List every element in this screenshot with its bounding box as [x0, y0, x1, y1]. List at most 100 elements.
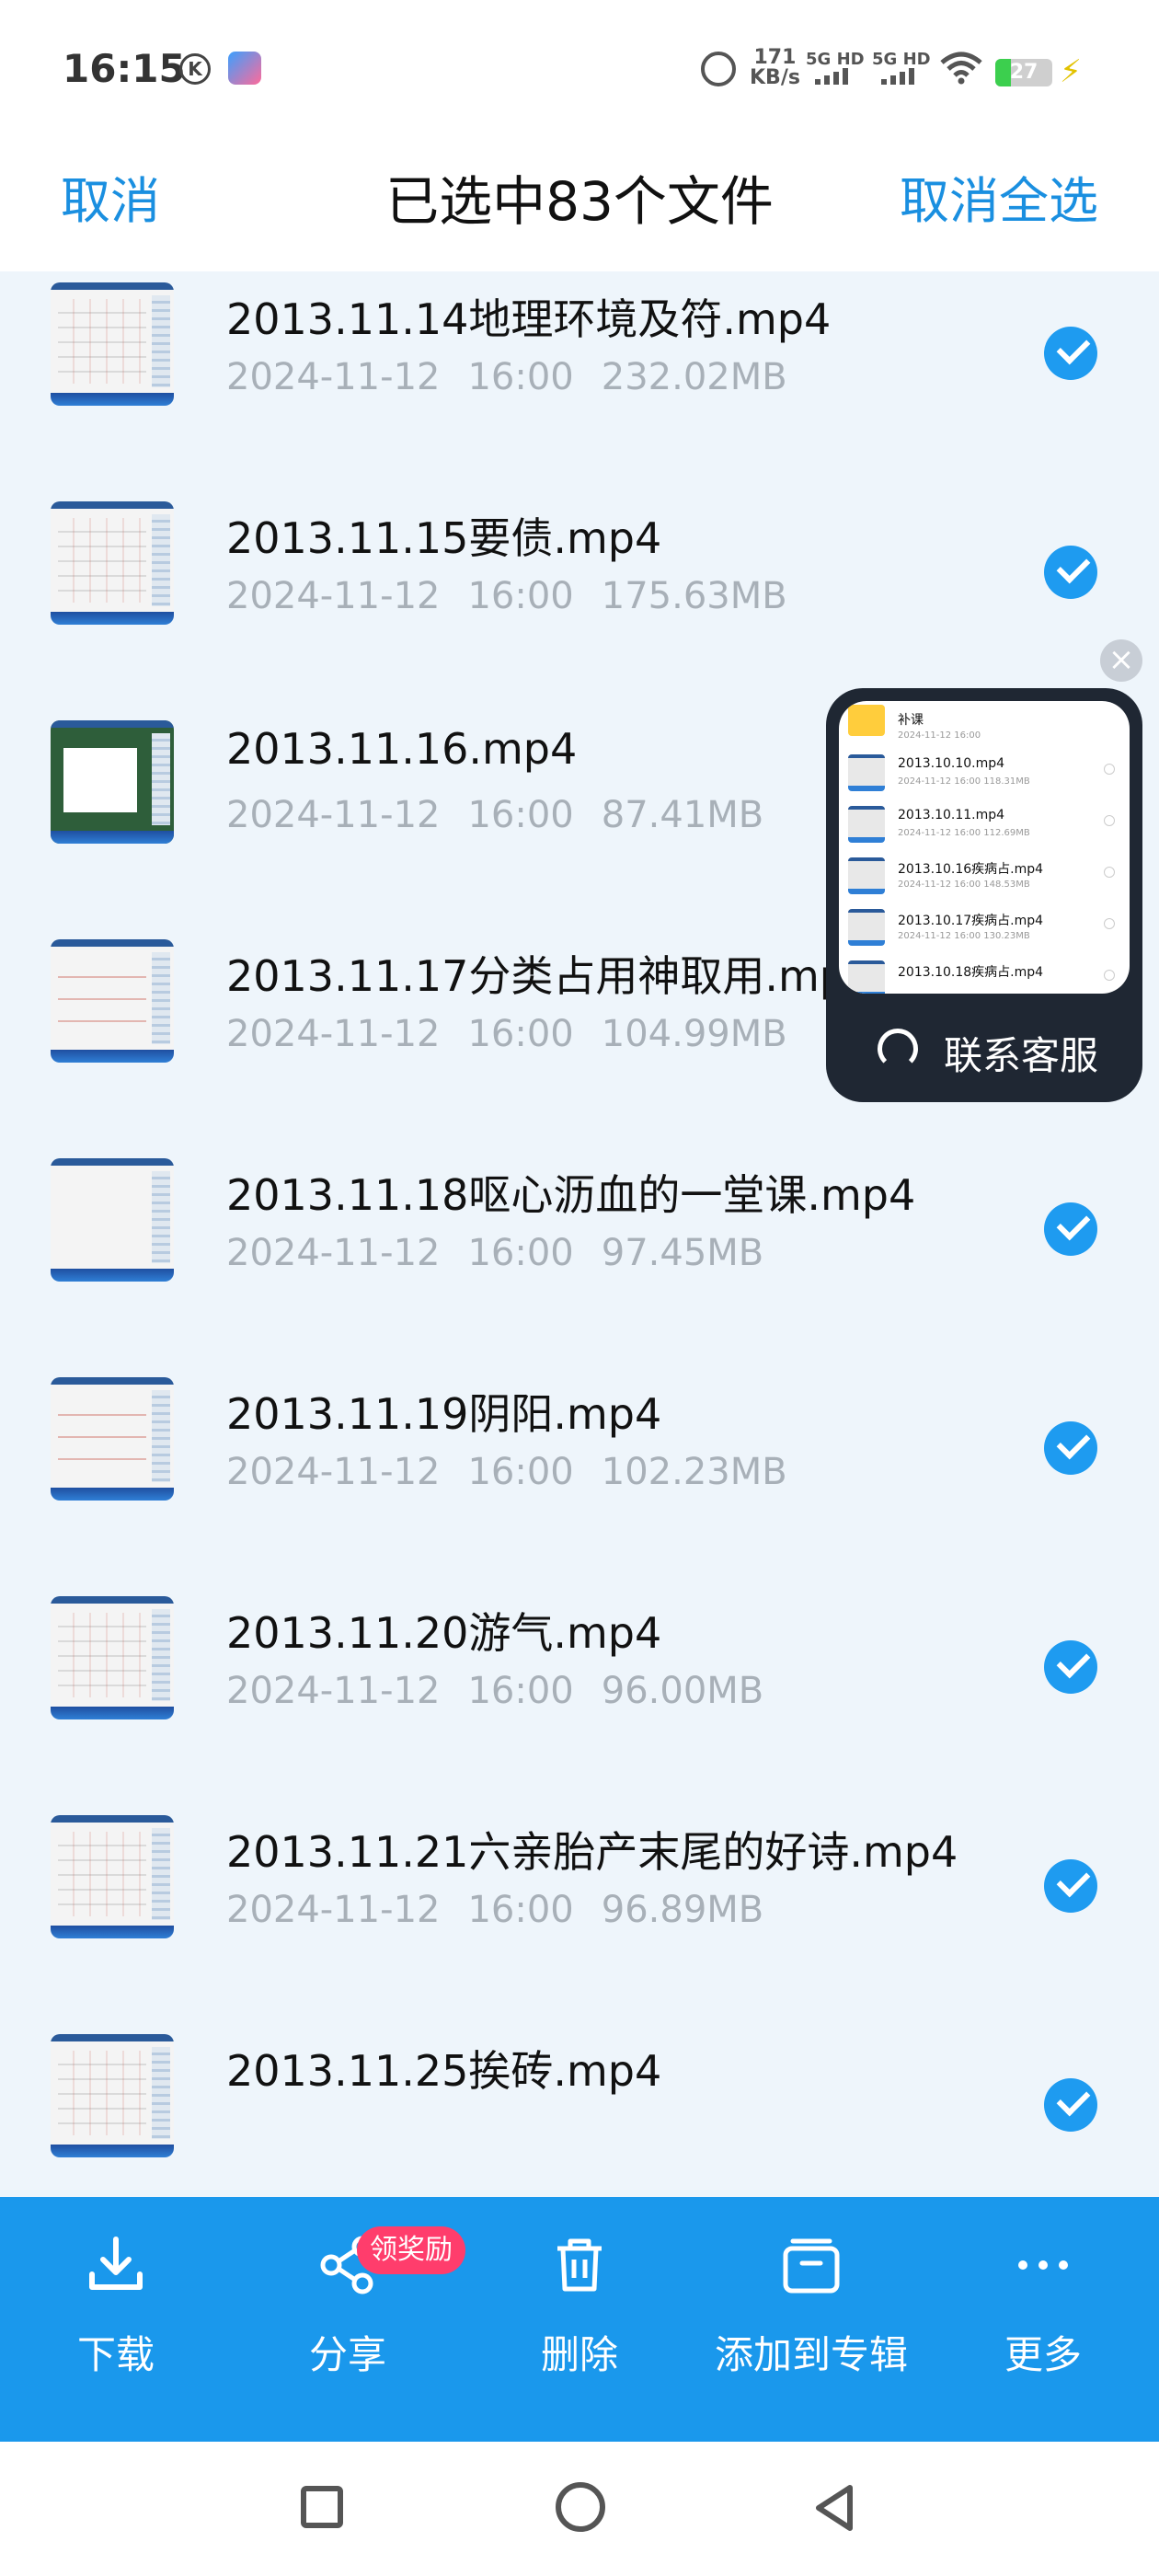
file-list: 2013.11.14地理环境及符.mp4 2024-11-12 16:00 232.0… — [0, 271, 1159, 2197]
wifi-icon — [940, 52, 982, 85]
preview-item-name: 2013.10.11.mp4 — [898, 808, 1005, 822]
preview-item-meta: 2024-11-12 16:00 148.53MB — [898, 880, 1030, 890]
add-to-album-button[interactable]: 添加到专辑 — [695, 2197, 927, 2442]
video-thumbnail — [848, 857, 885, 894]
file-size: 232.02MB — [601, 356, 787, 398]
customer-service-widget[interactable]: 补课 2024-11-12 16:00 2013.10.10.mp4 2024-11-… — [826, 688, 1142, 1102]
preview-item: 2013.10.17疾病占.mp4 2024-11-12 16:00 130.23… — [848, 905, 1120, 959]
preview-item-meta: 2024-11-12 16:00 130.23MB — [898, 931, 1030, 941]
file-row[interactable]: 2013.11.19阴阳.mp4 2024-11-12 16:00 102.23MB — [0, 1285, 1159, 1504]
preview-item-meta: 2024-11-12 16:00 118.31MB — [898, 776, 1030, 787]
sim1-label: 5G HD — [806, 50, 865, 69]
file-row[interactable]: 2013.11.20游气.mp4 2024-11-12 16:00 96.00MB — [0, 1504, 1159, 1723]
video-thumbnail — [51, 720, 174, 844]
preview-item-name: 补课 — [898, 713, 924, 728]
preview-item-name: 2013.10.16疾病占.mp4 — [898, 862, 1044, 877]
selected-check-icon[interactable] — [1044, 1421, 1097, 1475]
file-meta: 2024-11-12 16:00 104.99MB — [226, 1013, 815, 1055]
file-name: 2013.11.14地理环境及符.mp4 — [226, 294, 832, 344]
preview-item-meta: 2024-11-12 16:00 — [898, 730, 981, 741]
file-date: 2024-11-12 — [226, 356, 441, 398]
selected-check-icon[interactable] — [1044, 1640, 1097, 1694]
preview-item: 2013.10.16疾病占.mp4 2024-11-12 16:00 148.53… — [848, 854, 1120, 907]
charging-bolt-icon: ⚡ — [1060, 53, 1082, 90]
more-label: 更多 — [1004, 2332, 1082, 2377]
preview-checkbox-icon — [1104, 764, 1115, 775]
file-time: 16:00 — [467, 1451, 574, 1493]
video-thumbnail — [848, 960, 885, 994]
file-time: 16:00 — [467, 1013, 574, 1055]
file-date: 2024-11-12 — [226, 1889, 441, 1931]
file-size: 102.23MB — [601, 1451, 787, 1493]
file-date: 2024-11-12 — [226, 1670, 441, 1712]
preview-checkbox-icon — [1104, 918, 1115, 929]
preview-checkbox-icon — [1104, 970, 1115, 981]
battery-level: 27 — [1009, 61, 1039, 84]
file-time: 16:00 — [467, 1670, 574, 1712]
selected-check-icon[interactable] — [1044, 1202, 1097, 1256]
delete-button[interactable]: 删除 — [464, 2197, 695, 2442]
file-meta: 2024-11-12 16:00 102.23MB — [226, 1451, 815, 1493]
file-meta: 2024-11-12 16:00 87.41MB — [226, 794, 791, 836]
album-icon — [783, 2238, 840, 2294]
file-row[interactable]: 2013.11.14地理环境及符.mp4 2024-11-12 16:00 232.0… — [0, 271, 1159, 409]
k-circle-icon: K — [179, 53, 211, 85]
delete-label: 删除 — [540, 2332, 618, 2377]
file-row[interactable]: 2013.11.25挨砖.mp4 — [0, 1942, 1159, 2161]
home-icon[interactable] — [556, 2482, 605, 2532]
video-thumbnail — [51, 1815, 174, 1938]
clock: 16:15 — [63, 46, 186, 91]
deselect-all-button[interactable]: 取消全选 — [900, 160, 1098, 233]
customer-service-label: 联系客服 — [944, 1033, 1099, 1078]
system-nav-bar — [0, 2442, 1159, 2576]
selected-check-icon[interactable] — [1044, 546, 1097, 599]
video-thumbnail — [51, 501, 174, 625]
selection-header: 取消 已选中83个文件 取消全选 — [0, 138, 1159, 271]
headset-icon — [878, 1029, 918, 1069]
preview-checkbox-icon — [1104, 867, 1115, 878]
file-time: 16:00 — [467, 794, 574, 836]
file-size: 97.45MB — [601, 1232, 764, 1274]
file-row[interactable]: 2013.11.21六亲胎产末尾的好诗.mp4 2024-11-12 16:00 96… — [0, 1723, 1159, 1942]
selected-check-icon[interactable] — [1044, 1859, 1097, 1913]
preview-item: 2013.10.10.mp4 2024-11-12 16:00 118.31MB — [848, 751, 1120, 804]
selected-check-icon[interactable] — [1044, 327, 1097, 380]
file-date: 2024-11-12 — [226, 575, 441, 617]
video-thumbnail — [848, 754, 885, 791]
preview-item-name: 2013.10.17疾病占.mp4 — [898, 914, 1044, 928]
customer-service-row[interactable]: 联系客服 — [826, 1025, 1142, 1080]
file-name: 2013.11.19阴阳.mp4 — [226, 1389, 662, 1439]
more-button[interactable]: 更多 — [927, 2197, 1159, 2442]
file-meta: 2024-11-12 16:00 232.02MB — [226, 356, 815, 398]
net-speed-value: 171 — [753, 46, 797, 69]
video-thumbnail — [51, 1596, 174, 1719]
net-speed: 171 KB/s — [750, 48, 800, 88]
video-thumbnail — [848, 909, 885, 946]
widget-preview: 补课 2024-11-12 16:00 2013.10.10.mp4 2024-11-… — [839, 701, 1130, 994]
file-size: 175.63MB — [601, 575, 787, 617]
download-label: 下载 — [76, 2332, 155, 2377]
app-icon — [228, 52, 261, 85]
selected-check-icon[interactable] — [1044, 2078, 1097, 2132]
file-name: 2013.11.18呕心沥血的一堂课.mp4 — [226, 1170, 916, 1220]
signal-icon — [815, 68, 848, 85]
file-time: 16:00 — [467, 575, 574, 617]
download-button[interactable]: 下载 — [0, 2197, 232, 2442]
recents-icon[interactable] — [301, 2486, 343, 2528]
net-speed-unit: KB/s — [750, 66, 800, 89]
status-bar: 16:15 K 171 KB/s 5G HD 5G HD 27 ⚡ — [0, 0, 1159, 138]
reward-badge[interactable]: 领奖励 — [357, 2226, 465, 2274]
file-row[interactable]: 2013.11.15要债.mp4 2024-11-12 16:00 175.63MB — [0, 409, 1159, 628]
preview-item: 2013.10.11.mp4 2024-11-12 16:00 112.69MB — [848, 802, 1120, 856]
video-thumbnail — [51, 282, 174, 406]
video-thumbnail — [51, 1158, 174, 1282]
file-size: 87.41MB — [601, 794, 764, 836]
back-icon[interactable] — [809, 2482, 861, 2534]
close-icon[interactable]: × — [1100, 639, 1142, 682]
preview-checkbox-icon — [1104, 815, 1115, 826]
file-time: 16:00 — [467, 1889, 574, 1931]
file-size: 104.99MB — [601, 1013, 787, 1055]
preview-item: 2013.10.18疾病占.mp4 — [848, 957, 1120, 994]
video-thumbnail — [51, 1377, 174, 1501]
file-meta: 2024-11-12 16:00 96.89MB — [226, 1889, 791, 1931]
